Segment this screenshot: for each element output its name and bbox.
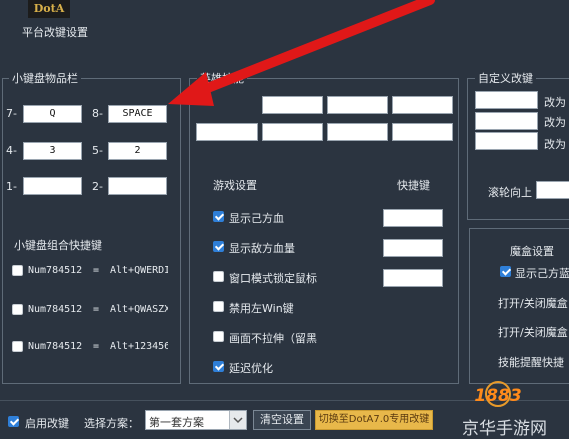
watermark-badge: 1883 — [468, 380, 528, 414]
watermark-number: 1883 — [474, 386, 522, 406]
red-arrow-annotation — [168, 0, 435, 106]
watermark-text: 京华手游网 — [462, 419, 547, 439]
arrow-shaft — [185, 0, 435, 100]
arrow-head — [168, 72, 214, 106]
